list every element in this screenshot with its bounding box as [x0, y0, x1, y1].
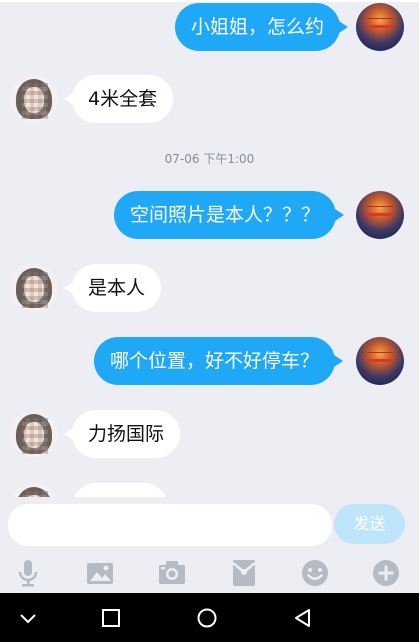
message-bubble-received[interactable] [72, 483, 168, 497]
contact-avatar[interactable] [10, 75, 58, 123]
my-avatar[interactable] [356, 337, 404, 385]
avatar-mosaic [22, 272, 48, 308]
contact-avatar[interactable] [10, 410, 58, 458]
contact-avatar[interactable] [10, 483, 58, 497]
top-divider [0, 0, 419, 2]
avatar-mosaic [22, 418, 48, 454]
avatar-mosaic [22, 83, 48, 119]
red-packet-icon[interactable] [228, 557, 260, 589]
emoji-icon[interactable] [299, 557, 331, 589]
message-bubble-sent[interactable]: 小姐姐，怎么约 [175, 3, 349, 51]
chat-area[interactable]: 小姐姐，怎么约 4米全套 07-06 下午1:00 空间照片是本人？？？ 是本人… [0, 0, 419, 497]
message-bubble-sent[interactable]: 空间照片是本人？？？ [114, 191, 345, 239]
microphone-icon[interactable] [12, 557, 44, 589]
home-icon[interactable] [193, 604, 221, 632]
image-icon[interactable] [84, 557, 116, 589]
camera-icon[interactable] [156, 557, 188, 589]
message-bubble-received[interactable]: 4米全套 [63, 75, 174, 123]
chevron-down-icon[interactable] [14, 604, 42, 632]
my-avatar[interactable] [356, 191, 404, 239]
send-button[interactable]: 发送 [334, 504, 405, 544]
my-avatar[interactable] [356, 3, 404, 51]
plus-icon[interactable] [370, 557, 402, 589]
message-input[interactable] [8, 504, 332, 546]
message-bubble-received[interactable]: 是本人 [63, 264, 162, 312]
back-icon[interactable] [289, 604, 317, 632]
contact-avatar[interactable] [10, 264, 58, 312]
recents-icon[interactable] [97, 604, 125, 632]
message-bubble-sent[interactable]: 哪个位置，好不好停车？ [94, 337, 344, 385]
message-composer: 发送 [0, 497, 419, 553]
message-bubble-received[interactable]: 力扬国际 [63, 410, 181, 458]
message-timestamp: 07-06 下午1:00 [164, 152, 255, 166]
input-toolbar [0, 553, 419, 593]
system-navigation-bar [0, 593, 419, 642]
